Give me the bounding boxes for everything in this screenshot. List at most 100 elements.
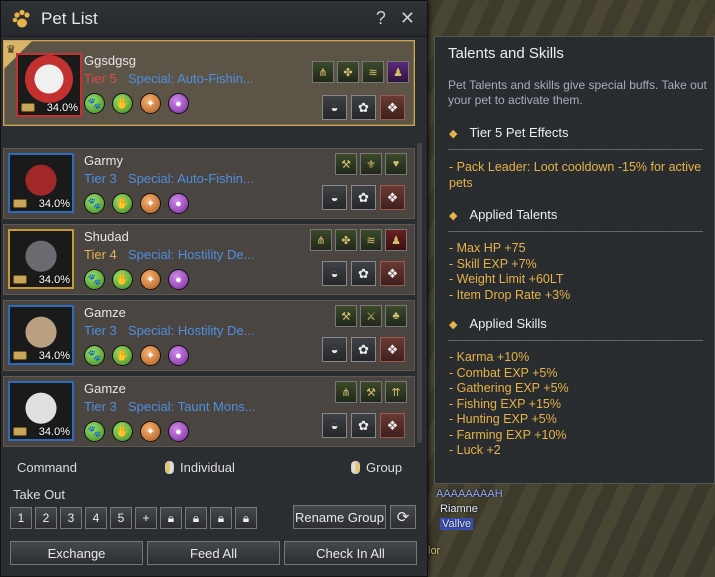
pet-hunger: 34.0% [38, 198, 70, 210]
command-bar: Command Individual Group [15, 460, 415, 478]
talent-icon: ⋔ [310, 229, 332, 251]
check-in-button[interactable]: ❖ [380, 95, 405, 120]
cat-skill-icon: 🐾 [84, 269, 105, 290]
pet-row[interactable]: 34.0% Garmy Tier 3 Special: Auto-Fishin.… [3, 148, 415, 219]
pet-tier: Tier 3 [84, 399, 117, 414]
skill-line: - Luck +2 [449, 443, 501, 457]
paw-button[interactable]: ✿ [351, 95, 376, 120]
talent-icon: ⚔ [360, 305, 382, 327]
applied-skills-heading: Applied Skills [449, 316, 546, 331]
individual-option[interactable]: Individual [165, 460, 235, 475]
feed-bowl-button[interactable]: ◒ [322, 337, 347, 362]
feed-bowl-button[interactable]: ◒ [322, 261, 347, 286]
cat-skill-icon: 🐾 [84, 193, 105, 214]
talent-icon: ✤ [335, 229, 357, 251]
skill-line: - Hunting EXP +5% [449, 412, 557, 426]
add-slot-button[interactable]: + [135, 507, 157, 529]
divider [448, 231, 703, 232]
group-slot-5[interactable]: 5 [110, 507, 132, 529]
pet-name: Ggsdgsg [84, 53, 137, 68]
lock-icon[interactable]: 🔒︎ [185, 507, 207, 529]
potion-skill-icon: ● [168, 269, 189, 290]
paw-button[interactable]: ✿ [351, 261, 376, 286]
pet-list-window: Pet List ? ✕ ♛ 34.0% Ggsdgsg Tier 5 Spec… [0, 0, 428, 577]
talent-icon: ⋔ [312, 61, 334, 83]
talent-icon: ⚒ [360, 381, 382, 403]
pet-row[interactable]: ♛ 34.0% Ggsdgsg Tier 5 Special: Auto-Fis… [3, 40, 415, 126]
group-slot-4[interactable]: 4 [85, 507, 107, 529]
group-slot-3[interactable]: 3 [60, 507, 82, 529]
talent-icon: ≋ [362, 61, 384, 83]
compass-skill-icon: ✦ [140, 421, 161, 442]
cat-skill-icon: 🐾 [84, 345, 105, 366]
talent-icon: ♟ [385, 229, 407, 251]
lock-icon[interactable]: 🔒︎ [235, 507, 257, 529]
check-in-button[interactable]: ❖ [380, 337, 405, 362]
scrollbar[interactable] [417, 143, 422, 443]
tooltip-title: Talents and Skills [448, 45, 564, 62]
pet-name: Shudad [84, 229, 129, 244]
crown-glyph-icon: ♛ [6, 44, 16, 56]
feed-all-button[interactable]: Feed All [147, 541, 280, 565]
talents-tooltip: Talents and Skills Pet Talents and skill… [434, 36, 715, 484]
map-label: AAAAAAAAH [436, 488, 503, 500]
pet-name: Gamze [84, 305, 126, 320]
compass-skill-icon: ✦ [140, 269, 161, 290]
feed-bowl-button[interactable]: ◒ [322, 185, 347, 210]
paw-icon [11, 8, 33, 30]
pet-special: Special: Hostility De... [128, 323, 255, 338]
check-in-all-button[interactable]: Check In All [284, 541, 417, 565]
feed-icon [13, 199, 27, 208]
group-slot-2[interactable]: 2 [35, 507, 57, 529]
exchange-button[interactable]: Exchange [10, 541, 143, 565]
hand-skill-icon: ✋ [112, 421, 133, 442]
talent-icon: ⚒ [335, 153, 357, 175]
compass-skill-icon: ✦ [140, 193, 161, 214]
talent-line: - Skill EXP +7% [449, 256, 537, 271]
pet-row[interactable]: 34.0% Shudad Tier 4 Special: Hostility D… [3, 224, 415, 295]
tier-effect-line: - Pack Leader: Loot cooldown -15% for ac… [449, 160, 702, 174]
refresh-icon[interactable]: ⟳ [390, 505, 416, 529]
talent-icon: ≋ [360, 229, 382, 251]
hand-skill-icon: ✋ [112, 93, 133, 114]
talents-list: - Max HP +75 - Skill EXP +7% - Weight Li… [449, 241, 570, 303]
mouse-left-icon [165, 461, 174, 474]
compass-skill-icon: ✦ [140, 345, 161, 366]
talent-icon: ♣ [385, 305, 407, 327]
title-bar[interactable]: Pet List ? ✕ [1, 1, 427, 37]
rename-group-button[interactable]: Rename Group [293, 505, 386, 529]
take-out-label: Take Out [13, 487, 66, 502]
lock-icon[interactable]: 🔒︎ [210, 507, 232, 529]
potion-skill-icon: ● [168, 421, 189, 442]
skills-list: - Karma +10% - Combat EXP +5% - Gatherin… [449, 350, 569, 459]
feed-bowl-button[interactable]: ◒ [322, 95, 347, 120]
pet-row[interactable]: 34.0% Gamze Tier 3 Special: Taunt Mons..… [3, 376, 415, 447]
paw-button[interactable]: ✿ [351, 413, 376, 438]
talent-icon: ⚒ [335, 305, 357, 327]
pet-portrait: 34.0% [8, 305, 74, 365]
pet-name: Gamze [84, 381, 126, 396]
group-option[interactable]: Group [351, 460, 402, 475]
tooltip-description: Pet Talents and skills give special buff… [448, 78, 707, 107]
group-label: Group [366, 460, 403, 475]
paw-button[interactable]: ✿ [351, 337, 376, 362]
tier-effects-heading: Tier 5 Pet Effects [449, 125, 568, 140]
feed-icon [21, 103, 35, 112]
group-slot-1[interactable]: 1 [10, 507, 32, 529]
pet-special: Special: Hostility De... [128, 247, 255, 262]
talent-icon: ♟ [387, 61, 409, 83]
pet-row[interactable]: 34.0% Gamze Tier 3 Special: Hostility De… [3, 300, 415, 371]
feed-bowl-button[interactable]: ◒ [322, 413, 347, 438]
check-in-button[interactable]: ❖ [380, 185, 405, 210]
talent-icon: ♥ [385, 153, 407, 175]
compass-skill-icon: ✦ [140, 93, 161, 114]
help-button[interactable]: ? [376, 8, 386, 29]
lock-icon[interactable]: 🔒︎ [160, 507, 182, 529]
talent-line: - Max HP +75 [449, 241, 526, 255]
divider [448, 340, 703, 341]
check-in-button[interactable]: ❖ [380, 261, 405, 286]
paw-button[interactable]: ✿ [351, 185, 376, 210]
check-in-button[interactable]: ❖ [380, 413, 405, 438]
talent-line: - Weight Limit +60LT [449, 272, 564, 286]
close-button[interactable]: ✕ [400, 8, 415, 29]
